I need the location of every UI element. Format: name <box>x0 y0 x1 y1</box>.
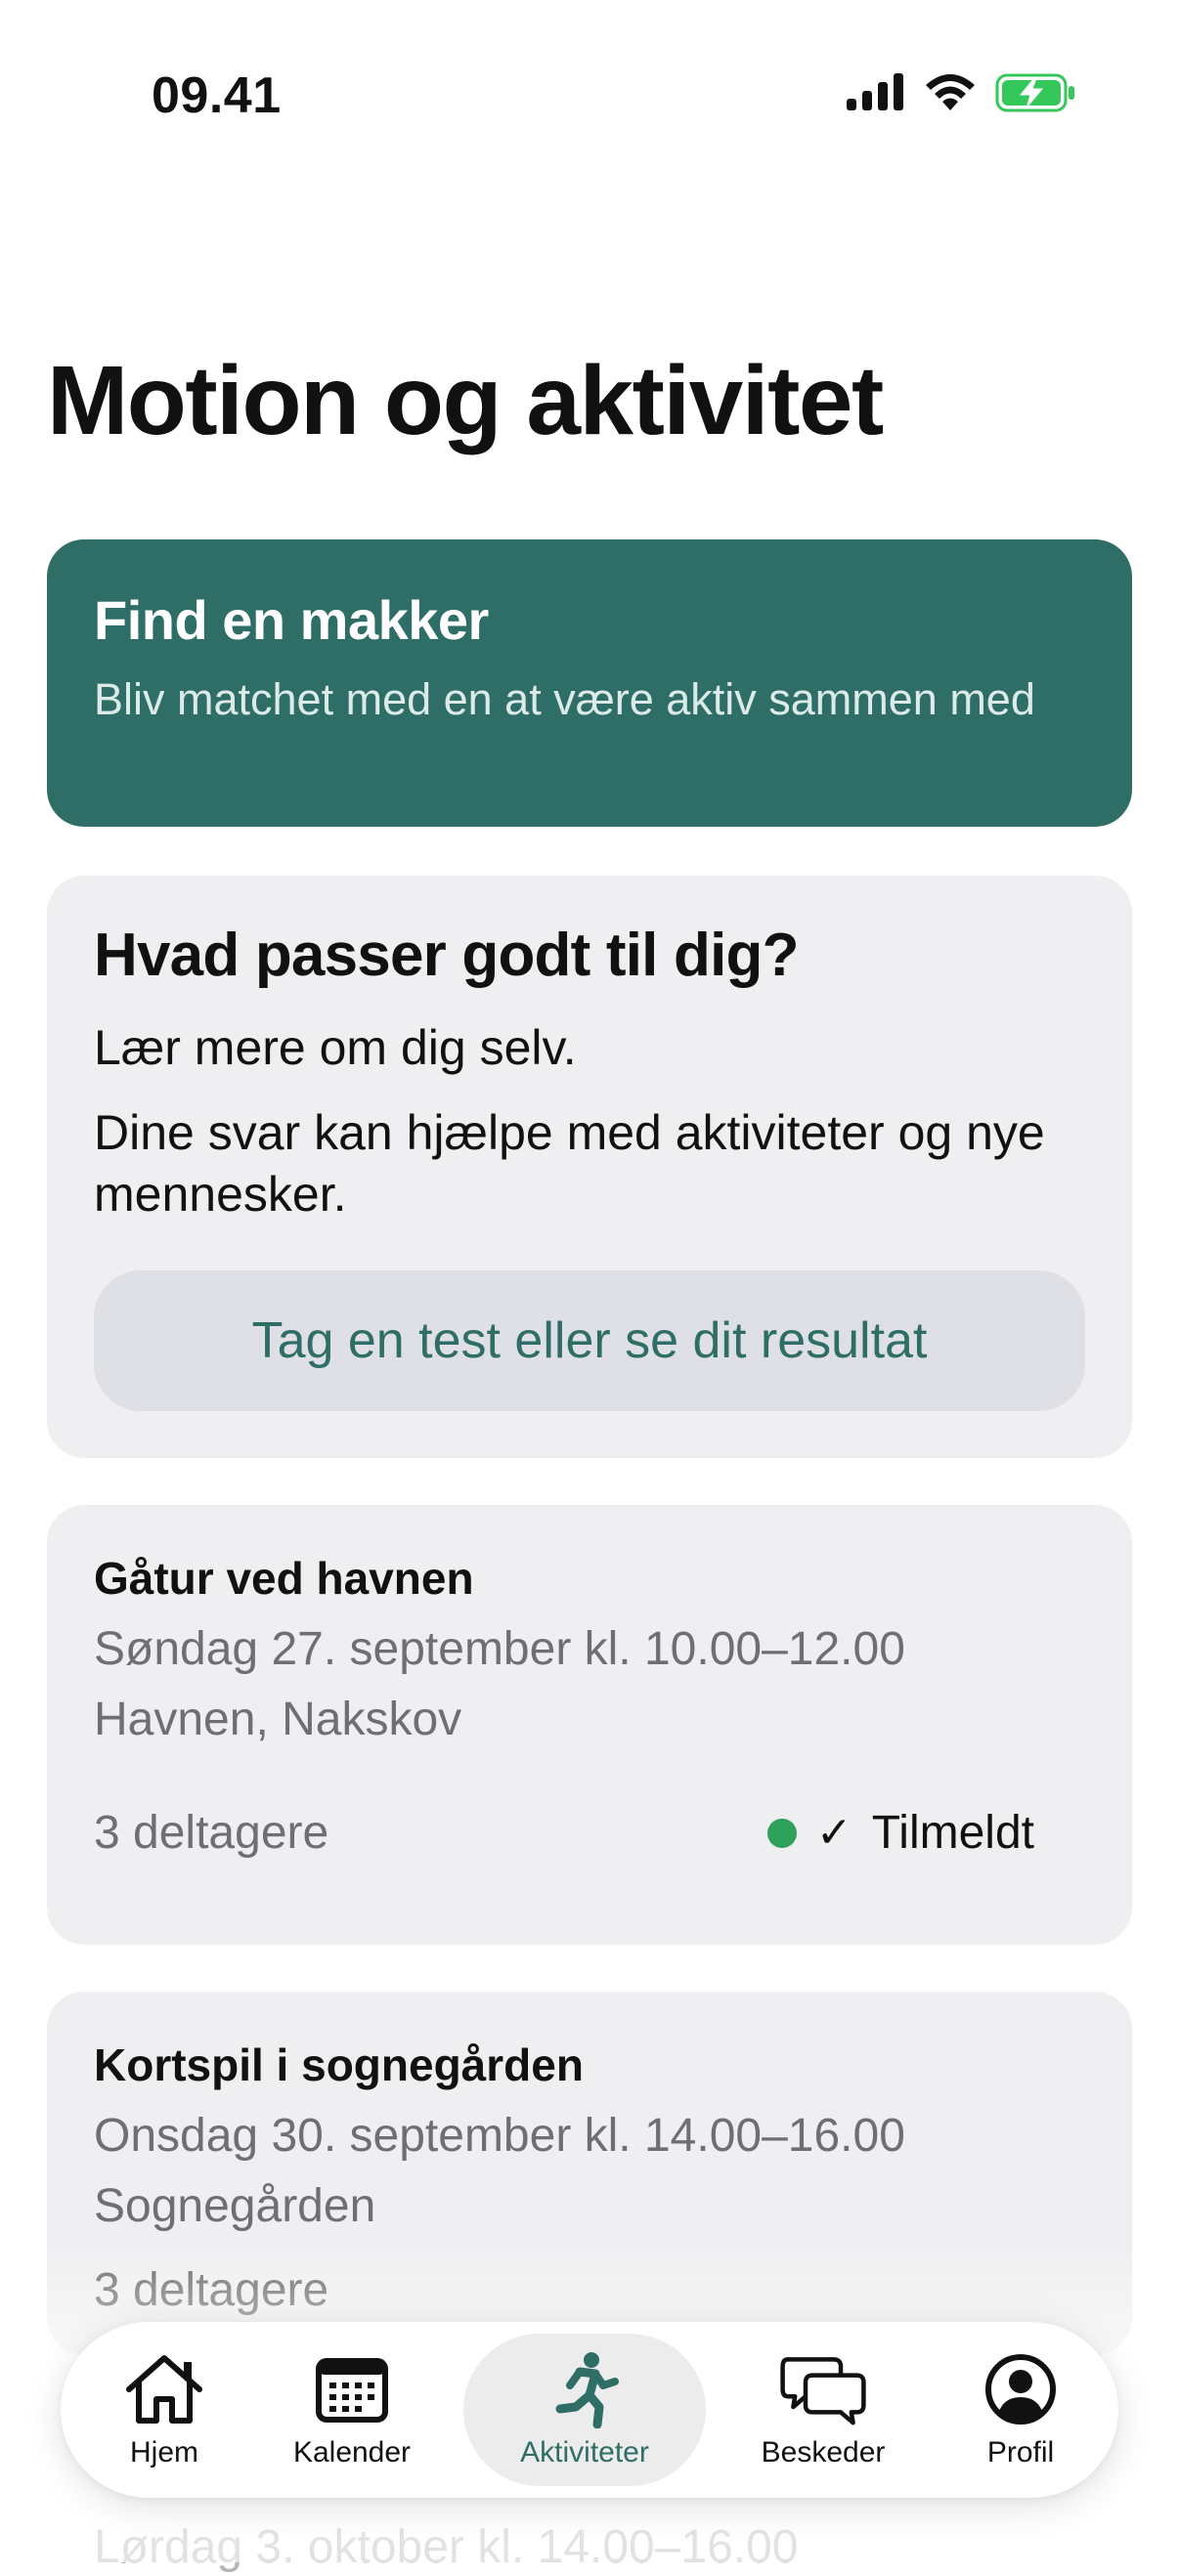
quiz-description-2: Dine svar kan hjælpe med aktiviteter og … <box>94 1105 1045 1222</box>
cellular-signal-icon <box>847 73 905 117</box>
running-person-icon <box>541 2350 629 2428</box>
tab-label: Aktiviteter <box>520 2436 649 2469</box>
checkmark-icon: ✓ <box>815 1808 852 1858</box>
calendar-icon <box>308 2350 396 2428</box>
tab-label: Beskeder <box>761 2436 886 2469</box>
tab-messages[interactable]: Beskeder <box>725 2334 921 2486</box>
event-title: Gåtur ved havnen <box>94 1553 474 1604</box>
profile-icon <box>977 2350 1065 2428</box>
find-partner-title: Find en makker <box>94 589 489 651</box>
quiz-description-1: Lær mere om dig selv. <box>94 1020 577 1076</box>
status-icons <box>847 72 1077 118</box>
page-title: Motion og aktivitet <box>47 346 884 455</box>
event-footer: 3 deltagere <box>94 2263 1034 2317</box>
event-location: Havnen, Nakskov <box>94 1693 462 1745</box>
find-partner-subtitle: Bliv matchet med en at være aktiv sammen… <box>94 673 1035 724</box>
event-card[interactable]: Gåtur ved havnen Søndag 27. september kl… <box>47 1505 1132 1945</box>
take-test-button[interactable]: Tag en test eller se dit resultat <box>94 1270 1085 1411</box>
registration-status: ✓ Tilmeldt <box>766 1806 1034 1860</box>
battery-charging-icon <box>995 72 1077 118</box>
participant-count: 3 deltagere <box>94 2264 329 2316</box>
event-date: Onsdag 30. september kl. 14.00–16.00 <box>94 2110 905 2163</box>
tab-calendar[interactable]: Kalender <box>268 2334 436 2486</box>
status-bar: 09.41 <box>0 0 1179 195</box>
tab-label: Hjem <box>129 2436 198 2469</box>
status-dot-icon <box>766 1818 797 1848</box>
status-time: 09.41 <box>152 67 282 124</box>
event-footer: 3 deltagere ✓ Tilmeldt <box>94 1806 1034 1860</box>
event-card[interactable]: Kortspil i sognegården Onsdag 30. septem… <box>47 1992 1132 2355</box>
find-partner-card[interactable]: Find en makker Bliv matchet med en at væ… <box>47 539 1132 827</box>
event-location: Sognegården <box>94 2179 376 2232</box>
tab-label: Profil <box>986 2436 1055 2469</box>
event-date: Søndag 27. september kl. 10.00–12.00 <box>94 1623 905 1676</box>
personality-test-card: Hvad passer godt til dig? Lær mere om di… <box>47 876 1132 1458</box>
participant-count: 3 deltagere <box>94 1807 329 1859</box>
chat-bubbles-icon <box>779 2350 867 2428</box>
tab-bar: Hjem Kalender Aktiviteter Beskeder Profi… <box>61 2322 1118 2498</box>
tab-activities[interactable]: Aktiviteter <box>463 2334 706 2486</box>
quiz-title: Hvad passer godt til dig? <box>94 922 799 989</box>
wifi-icon <box>923 73 978 117</box>
home-icon <box>120 2350 208 2428</box>
event-title: Kortspil i sognegården <box>94 2039 584 2090</box>
registration-status-label: Tilmeldt <box>871 1807 1034 1859</box>
event-date-partial: Lørdag 3. oktober kl. 14.00–16.00 <box>94 2521 799 2573</box>
tab-label: Kalender <box>292 2436 412 2469</box>
tab-profile[interactable]: Profil <box>940 2334 1101 2486</box>
tab-home[interactable]: Hjem <box>80 2334 248 2486</box>
